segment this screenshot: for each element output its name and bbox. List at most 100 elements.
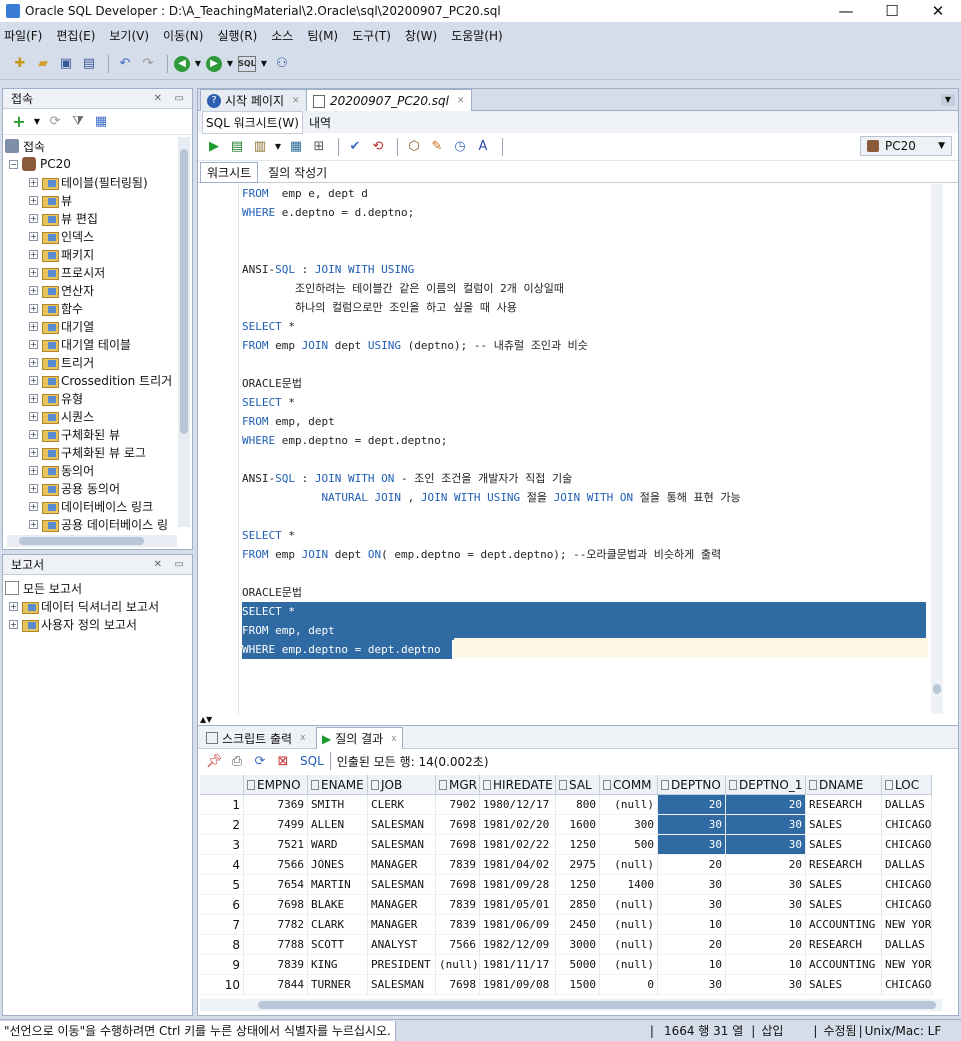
table-cell[interactable]: 1981/06/09 — [480, 915, 556, 935]
refresh-icon[interactable]: ⟳ — [250, 751, 270, 771]
table-row[interactable]: 4 7566 JONES MANAGER 7839 1981/04/02 2975 (null… — [200, 855, 955, 875]
table-cell[interactable]: SCOTT — [308, 935, 368, 955]
table-cell[interactable]: 7499 — [244, 815, 308, 835]
tab-list-dropdown-icon[interactable]: ▼ — [941, 94, 955, 106]
table-row[interactable]: 9 7839 KING PRESIDENT (null) 1981/11/17 5000 (n… — [200, 955, 955, 975]
sql-tuning-icon[interactable]: ⊞ — [309, 137, 329, 157]
table-cell[interactable]: 1981/02/22 — [480, 835, 556, 855]
table-cell[interactable]: SMITH — [308, 795, 368, 815]
expand-icon[interactable]: + — [29, 267, 38, 277]
table-cell[interactable]: RESEARCH — [806, 795, 882, 815]
table-cell[interactable]: SALESMAN — [368, 975, 436, 995]
table-cell[interactable]: TURNER — [308, 975, 368, 995]
column-header[interactable]: SAL — [556, 775, 600, 795]
close-tab-icon[interactable]: x — [391, 734, 396, 744]
tree-node-18[interactable]: + 데이터베이스 링크 — [5, 497, 192, 515]
table-cell[interactable]: RESEARCH — [806, 935, 882, 955]
table-cell[interactable]: 1250 — [556, 875, 600, 895]
table-cell[interactable]: PRESIDENT — [368, 955, 436, 975]
table-cell[interactable]: 10 — [658, 955, 726, 975]
table-cell[interactable]: 1981/09/28 — [480, 875, 556, 895]
table-cell[interactable]: 1400 — [600, 875, 658, 895]
table-cell[interactable]: (null) — [600, 915, 658, 935]
table-cell[interactable]: 7698 — [436, 875, 480, 895]
table-cell[interactable]: SALESMAN — [368, 835, 436, 855]
table-cell[interactable]: 2450 — [556, 915, 600, 935]
close-icon[interactable]: ✕ — [154, 93, 162, 104]
table-cell[interactable]: 30 — [658, 895, 726, 915]
table-cell[interactable]: 10 — [658, 915, 726, 935]
tab-start-page[interactable]: ? 시작 페이지 ✕ — [200, 89, 307, 111]
table-cell[interactable]: 1982/12/09 — [480, 935, 556, 955]
table-cell[interactable]: 30 — [658, 875, 726, 895]
tree-horizontal-scrollbar[interactable] — [7, 535, 177, 547]
table-cell[interactable]: 1250 — [556, 835, 600, 855]
table-cell[interactable]: 30 — [658, 835, 726, 855]
row-number[interactable]: 6 — [200, 895, 244, 915]
row-number[interactable]: 1 — [200, 795, 244, 815]
menu-window[interactable]: 창(W) — [405, 27, 437, 44]
table-cell[interactable]: CHICAGO — [882, 875, 932, 895]
table-cell[interactable]: 7566 — [436, 935, 480, 955]
table-cell[interactable]: ACCOUNTING — [806, 955, 882, 975]
menu-help[interactable]: 도움말(H) — [451, 27, 503, 44]
format-icon[interactable]: A — [473, 137, 493, 157]
table-cell[interactable]: MANAGER — [368, 915, 436, 935]
close-icon[interactable]: ✕ — [154, 559, 162, 570]
table-cell[interactable]: 1981/11/17 — [480, 955, 556, 975]
expand-icon[interactable]: + — [9, 601, 18, 611]
table-row[interactable]: 5 7654 MARTIN SALESMAN 7698 1981/09/28 1250 140… — [200, 875, 955, 895]
column-header[interactable]: DNAME — [806, 775, 882, 795]
table-cell[interactable]: 20 — [726, 855, 806, 875]
tree-node-15[interactable]: + 구체화된 뷰 로그 — [5, 443, 192, 461]
table-row[interactable]: 3 7521 WARD SALESMAN 7698 1981/02/22 1250 500 30… — [200, 835, 955, 855]
close-tab-icon[interactable]: x — [300, 733, 305, 743]
filter-icon[interactable]: ⧩ — [68, 112, 88, 132]
back-dropdown-icon[interactable]: ▼ — [193, 54, 203, 74]
table-cell[interactable]: 10 — [726, 955, 806, 975]
tree-node-11[interactable]: + Crossedition 트리거 — [5, 371, 192, 389]
table-row[interactable]: 10 7844 TURNER SALESMAN 7698 1981/09/08 1500 0 3… — [200, 975, 955, 995]
table-cell[interactable]: 1981/05/01 — [480, 895, 556, 915]
column-header[interactable]: MGR — [436, 775, 480, 795]
table-cell[interactable]: SALES — [806, 835, 882, 855]
row-number[interactable]: 10 — [200, 975, 244, 995]
table-cell[interactable]: (null) — [436, 955, 480, 975]
tab-query-builder[interactable]: 질의 작성기 — [258, 163, 337, 182]
table-cell[interactable]: 300 — [600, 815, 658, 835]
table-cell[interactable]: 20 — [658, 935, 726, 955]
clear-eraser-icon[interactable]: ✎ — [427, 137, 447, 157]
table-cell[interactable]: (null) — [600, 955, 658, 975]
table-cell[interactable]: 1981/02/20 — [480, 815, 556, 835]
unshared-sql-icon[interactable]: ⬡ — [404, 137, 424, 157]
table-cell[interactable]: 7369 — [244, 795, 308, 815]
menu-edit[interactable]: 편집(E) — [56, 27, 95, 44]
expand-icon[interactable]: + — [29, 357, 38, 367]
expand-icon[interactable]: + — [29, 501, 38, 511]
column-header[interactable]: JOB — [368, 775, 436, 795]
tree-node-5[interactable]: + 프로시저 — [5, 263, 192, 281]
column-header[interactable]: COMM — [600, 775, 658, 795]
expand-icon[interactable]: + — [29, 249, 38, 259]
dropdown-icon[interactable]: ▼ — [273, 137, 283, 157]
table-cell[interactable]: ACCOUNTING — [806, 915, 882, 935]
expand-icon[interactable]: + — [29, 303, 38, 313]
menu-team[interactable]: 팀(M) — [307, 27, 338, 44]
tree-node-9[interactable]: + 대기열 테이블 — [5, 335, 192, 353]
column-header[interactable]: DEPTNO_1 — [726, 775, 806, 795]
expand-icon[interactable]: + — [9, 619, 18, 629]
table-cell[interactable]: 7839 — [436, 855, 480, 875]
table-cell[interactable]: 30 — [726, 895, 806, 915]
table-cell[interactable]: 5000 — [556, 955, 600, 975]
table-cell[interactable]: CHICAGO — [882, 835, 932, 855]
table-cell[interactable]: (null) — [600, 895, 658, 915]
expand-icon[interactable]: + — [29, 483, 38, 493]
table-cell[interactable]: SALES — [806, 875, 882, 895]
table-cell[interactable]: KING — [308, 955, 368, 975]
table-cell[interactable]: CHICAGO — [882, 975, 932, 995]
expand-icon[interactable]: + — [29, 519, 38, 529]
table-row[interactable]: 1 7369 SMITH CLERK 7902 1980/12/17 800 (null) 20… — [200, 795, 955, 815]
commit-icon[interactable]: ✔ — [345, 137, 365, 157]
tree-node-1[interactable]: + 뷰 — [5, 191, 192, 209]
sql-editor[interactable]: FROM emp e, dept d WHERE e.deptno = d.dep… — [198, 184, 943, 714]
